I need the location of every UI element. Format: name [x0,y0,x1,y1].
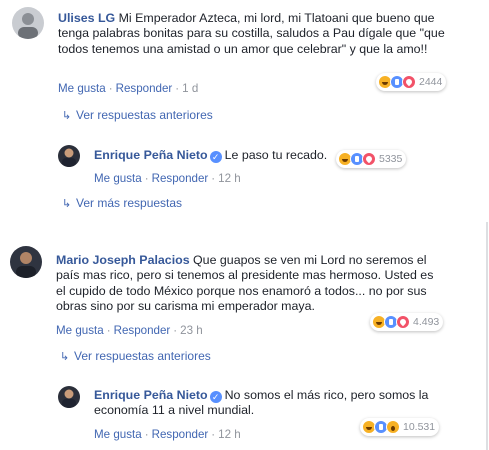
view-more-replies-link[interactable]: ↳ Ver más respuestas [62,196,182,210]
author-name[interactable]: Mario Joseph Palacios [56,253,190,267]
love-reaction-icon [362,152,376,166]
timestamp[interactable]: 1 d [182,82,198,95]
verified-badge-icon: ✓ [209,391,222,403]
scrollbar-track [486,222,488,450]
view-previous-replies-link[interactable]: ↳ Ver respuestas anteriores [60,349,211,363]
wow-reaction-icon [386,420,400,434]
love-reaction-icon [396,315,410,329]
reply-link[interactable]: Responder [116,82,173,95]
separator: · [175,82,180,95]
comment-actions: Me gusta · Responder · 12 h [94,172,241,185]
more-label: Ver respuestas anteriores [76,108,213,122]
timestamp[interactable]: 12 h [218,428,241,441]
comment-body: Enrique Peña Nieto ✓ No somos el más rico,… [94,388,454,419]
view-previous-replies-link[interactable]: ↳ Ver respuestas anteriores [62,108,213,122]
reactions-badge[interactable]: 4.493 [370,313,444,331]
avatar[interactable] [12,7,44,39]
like-link[interactable]: Me gusta [56,324,104,337]
timestamp[interactable]: 12 h [218,172,241,185]
reply-arrow-icon: ↳ [60,351,70,363]
avatar[interactable] [58,386,80,408]
reaction-count: 2444 [419,76,443,88]
separator: · [106,324,111,337]
separator: · [173,324,178,337]
more-label: Ver respuestas anteriores [74,349,211,363]
like-link[interactable]: Me gusta [94,428,142,441]
reaction-count: 10.531 [403,421,436,433]
reply-arrow-icon: ↳ [62,110,72,122]
timestamp[interactable]: 23 h [180,324,203,337]
separator: · [144,172,149,185]
comment-body: Enrique Peña Nieto ✓ Le paso tu recado. [94,148,344,163]
reaction-count: 4.493 [413,316,440,328]
reactions-badge[interactable]: 2444 [376,73,447,91]
reply-arrow-icon: ↳ [62,198,72,210]
avatar[interactable] [58,145,80,167]
verified-badge-icon: ✓ [209,151,222,163]
comment-text: Le paso tu recado. [224,148,328,162]
like-link[interactable]: Me gusta [58,82,106,95]
comment-thread: Ulises LG Mi Emperador Azteca, mi lord, … [0,0,489,450]
more-label: Ver más respuestas [76,196,183,210]
separator: · [211,428,216,441]
comment-body: Ulises LG Mi Emperador Azteca, mi lord, … [58,11,448,57]
comment-actions: Me gusta · Responder · 12 h [94,428,241,441]
reactions-badge[interactable]: 5335 [336,150,407,168]
reply-link[interactable]: Responder [152,428,209,441]
comment-body: Mario Joseph Palacios Que guapos se ven … [56,253,446,315]
reply-link[interactable]: Responder [152,172,209,185]
comment-text: Mi Emperador Azteca, mi lord, mi Tlatoan… [58,11,445,56]
avatar[interactable] [10,246,42,278]
reply-link[interactable]: Responder [114,324,171,337]
comment-actions: Me gusta · Responder · 23 h [56,324,203,337]
separator: · [211,172,216,185]
like-link[interactable]: Me gusta [94,172,142,185]
author-name[interactable]: Enrique Peña Nieto [94,148,208,162]
comment-actions: Me gusta · Responder · 1 d [58,82,198,95]
separator: · [108,82,113,95]
reactions-badge[interactable]: 10.531 [360,418,440,436]
reaction-count: 5335 [379,153,403,165]
love-reaction-icon [402,75,416,89]
author-name[interactable]: Ulises LG [58,11,115,25]
author-name[interactable]: Enrique Peña Nieto [94,388,208,402]
separator: · [144,428,149,441]
